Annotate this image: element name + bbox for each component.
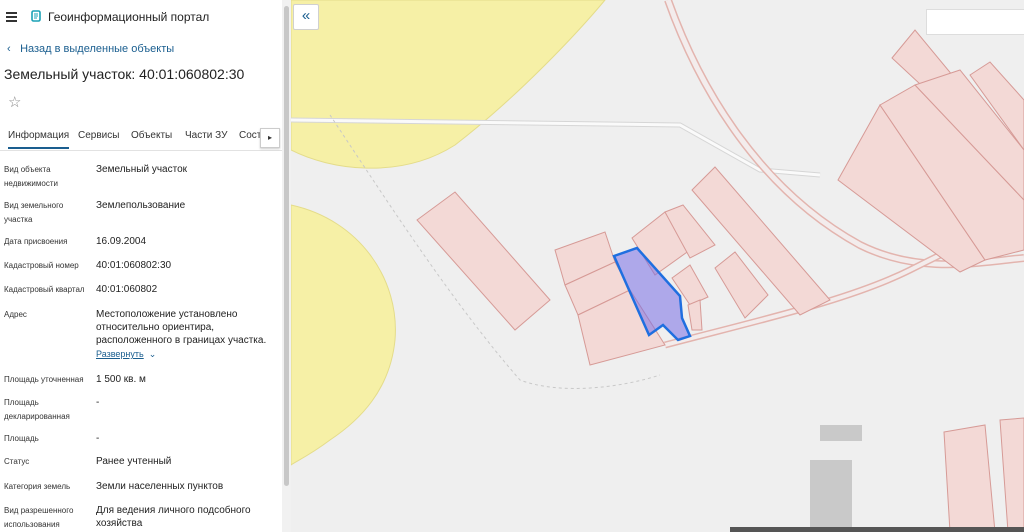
field-label: Площадь — [4, 434, 39, 443]
scrollbar-thumb[interactable] — [284, 6, 289, 486]
tab-parts[interactable]: Части ЗУ — [185, 130, 227, 141]
map-canvas[interactable] — [291, 0, 1024, 532]
collapse-panel-button[interactable]: « — [293, 4, 319, 30]
expand-address-link[interactable]: Развернуть ⌄ — [96, 349, 156, 360]
field-value: Земельный участок — [96, 164, 188, 175]
map-svg — [291, 0, 1024, 532]
menu-icon[interactable] — [6, 12, 17, 22]
field-label: Вид объекта недвижимости — [4, 165, 58, 188]
tabs-scroll-right-icon[interactable]: ▸ — [260, 128, 280, 148]
back-link-label: Назад в выделенные объекты — [20, 43, 175, 55]
field-value: Ранее учтенный — [96, 456, 172, 467]
info-panel: Геоинформационный портал ‹ Назад в выдел… — [0, 0, 282, 532]
field-label: Площадь уточненная — [4, 375, 84, 384]
panel-scrollbar[interactable] — [282, 0, 291, 532]
favorite-star-icon[interactable]: ☆ — [8, 95, 21, 110]
field-label: Площадь декларированная — [4, 398, 70, 421]
tab-bar: Информация Сервисы Объекты Части ЗУ Сост… — [0, 124, 282, 151]
field-label: Адрес — [4, 310, 27, 319]
field-value: - — [96, 433, 100, 444]
field-value: 16.09.2004 — [96, 236, 147, 247]
back-link[interactable]: ‹ Назад в выделенные объекты — [7, 43, 174, 55]
field-value: 40:01:060802:30 — [96, 260, 172, 271]
bottom-bar — [730, 527, 1024, 532]
top-bar: Геоинформационный портал — [0, 0, 282, 34]
field-value: Землепользование — [96, 200, 186, 211]
field-label: Дата присвоения — [4, 237, 68, 246]
building — [810, 460, 852, 532]
field-label: Вид земельного участка — [4, 201, 64, 224]
chevron-left-icon: ‹ — [7, 43, 11, 55]
field-label: Вид разрешенного использования — [4, 506, 74, 529]
field-label: Кадастровый квартал — [4, 285, 85, 294]
field-label: Статус — [4, 457, 30, 466]
map-search-input[interactable] — [926, 9, 1024, 35]
expand-label: Развернуть — [96, 349, 144, 359]
page-title: Земельный участок: 40:01:060802:30 — [4, 66, 245, 82]
field-value: Для ведения личного подсобного хозяйства — [96, 505, 251, 529]
building — [820, 425, 862, 441]
address-value: Местоположение установлено относительно … — [96, 309, 267, 346]
field-label: Категория земель — [4, 482, 71, 491]
field-value: 1 500 кв. м — [96, 374, 146, 385]
field-value: Земли населенных пунктов — [96, 481, 224, 492]
tab-objects[interactable]: Объекты — [131, 130, 172, 141]
field-label: Кадастровый номер — [4, 261, 79, 270]
field-value: - — [96, 397, 100, 408]
portal-logo-icon — [31, 10, 41, 22]
chevron-down-icon: ⌄ — [146, 349, 157, 359]
tab-information[interactable]: Информация — [8, 130, 70, 149]
tab-services[interactable]: Сервисы — [78, 130, 119, 141]
app-title: Геоинформационный портал — [48, 10, 210, 24]
field-value: 40:01:060802 — [96, 284, 158, 295]
